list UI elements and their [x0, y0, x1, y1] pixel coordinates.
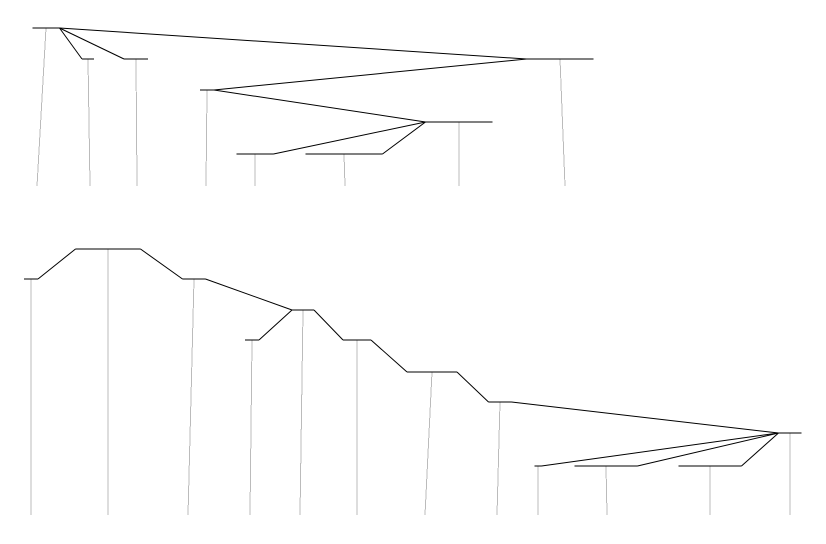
dependency-edge	[313, 309, 344, 341]
dependency-edge	[37, 248, 76, 280]
dependency-edge	[273, 121, 426, 155]
dependency-edge	[456, 371, 489, 403]
edge-layer	[24, 27, 802, 516]
projection-line	[343, 153, 346, 187]
projection-line	[187, 278, 195, 516]
projection-line	[424, 371, 433, 516]
projection-line	[559, 58, 566, 187]
dependency-edge	[205, 278, 293, 311]
dependency-edge	[541, 432, 779, 467]
dependency-edge	[59, 27, 83, 60]
dependency-edge	[59, 27, 527, 60]
dependency-edge	[213, 89, 426, 123]
dependency-edge	[59, 27, 125, 60]
dependency-edge	[258, 309, 293, 341]
dependency-tree-figure	[0, 0, 826, 544]
projection-line	[87, 58, 91, 187]
projection-line	[205, 89, 208, 187]
projection-line	[135, 58, 138, 187]
dependency-edge	[213, 58, 527, 91]
projection-line	[496, 401, 501, 516]
projection-line	[36, 27, 47, 187]
dependency-edge	[511, 401, 779, 434]
projection-line	[605, 465, 608, 516]
dependency-edge	[382, 121, 426, 155]
projection-line	[299, 309, 304, 516]
dependency-edge	[140, 248, 183, 280]
projection-line	[249, 339, 253, 516]
dependency-edge	[370, 339, 408, 373]
dependency-edge	[637, 432, 779, 467]
dependency-edge	[741, 432, 779, 467]
